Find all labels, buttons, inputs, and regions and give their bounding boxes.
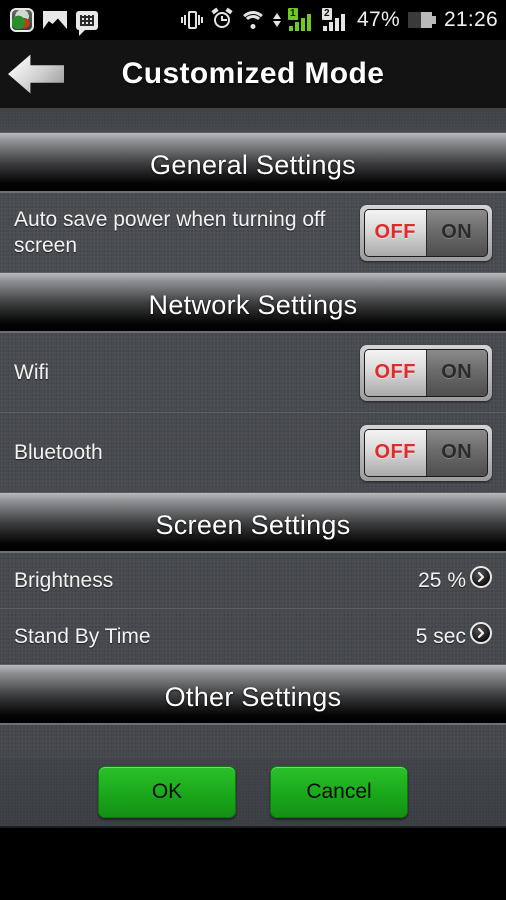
gallery-icon [43,11,67,29]
settings-row[interactable]: Wifi OFF ON [0,333,506,413]
section-header-label: Network Settings [148,289,358,320]
battery-icon [407,12,436,28]
settings-row-control: 5 sec [415,621,492,652]
chevron-right-icon[interactable] [470,565,492,588]
action-button-bar: OK Cancel [0,758,506,828]
toggle-off-label: OFF [365,429,427,476]
settings-row-control: 25 % [418,565,492,596]
toggle-on-label: ON [426,209,487,256]
toggle-switch[interactable]: OFF ON [360,344,492,401]
sim2-signal-icon: 2 [322,8,349,31]
status-bar-notification-icons [10,8,98,36]
status-bar-system-icons: 1 2 47% 21:26 [181,7,498,32]
settings-row-control: OFF ON [360,424,492,481]
updown-arrows-icon [273,10,281,30]
settings-row[interactable]: Stand By Time 5 sec [0,609,506,665]
toggle-on-label: ON [426,349,487,396]
sim1-signal-icon: 1 [288,8,315,31]
settings-row-value: 25 % [418,568,466,592]
section-header: Network Settings [0,273,506,333]
section-header-label: General Settings [150,149,356,180]
section-header: General Settings [0,133,506,193]
settings-row-label: Brightness [14,568,114,592]
navigation-bar [0,828,506,900]
title-bar: Customized Mode [0,40,506,108]
sim2-label: 2 [322,8,332,20]
settings-row[interactable]: Auto save power when turning off screen O… [0,193,506,273]
settings-row-value: 5 sec [415,624,466,648]
battery-percent: 47% [357,8,400,31]
app-icon [10,8,34,32]
settings-row-label: Wifi [14,360,49,384]
settings-row[interactable]: Bluetooth OFF ON [0,413,506,493]
phone-screen: 1 2 47% 21:26 Customized Mode General Se… [0,0,506,900]
section-header: Screen Settings [0,493,506,553]
settings-row-control: OFF ON [360,344,492,401]
toggle-switch[interactable]: OFF ON [360,424,492,481]
settings-row-label: Bluetooth [14,440,103,464]
settings-row-label: Stand By Time [14,624,151,648]
sim1-label: 1 [288,8,298,20]
clock: 21:26 [443,8,498,31]
alarm-icon [211,7,233,31]
status-bar: 1 2 47% 21:26 [0,0,506,40]
settings-row-control: OFF ON [360,204,492,261]
ok-button[interactable]: OK [98,766,236,818]
chevron-right-icon[interactable] [470,621,492,644]
vibrate-icon [181,9,203,31]
settings-row[interactable]: Brightness 25 % [0,553,506,609]
page-title: Customized Mode [121,57,385,90]
bbm-icon [76,10,98,36]
section-header: Other Settings [0,665,506,725]
wifi-icon [239,10,267,30]
toggle-switch[interactable]: OFF ON [360,204,492,261]
toggle-off-label: OFF [365,209,427,256]
section-header-label: Other Settings [164,681,342,712]
list-top-spacer [0,108,506,133]
toggle-on-label: ON [426,429,487,476]
back-arrow-icon[interactable] [8,54,64,94]
settings-row-label: Auto save power when turning off screen [14,207,326,257]
section-header-label: Screen Settings [155,509,351,540]
cancel-button[interactable]: Cancel [270,766,408,818]
toggle-off-label: OFF [365,349,427,396]
